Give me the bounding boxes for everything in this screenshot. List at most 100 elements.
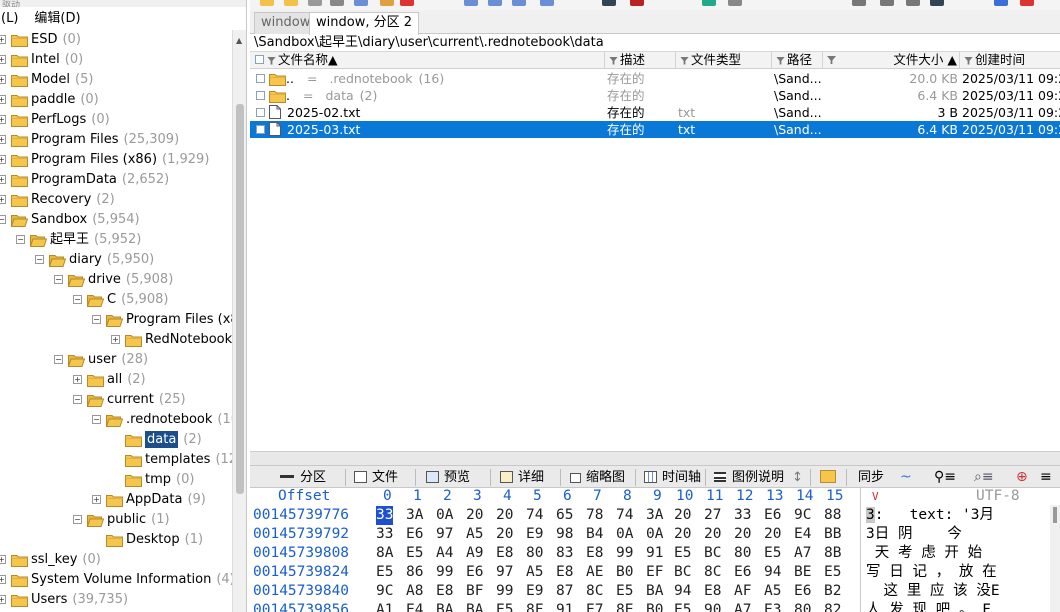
tree-scrollbar-thumb[interactable] bbox=[236, 104, 244, 494]
hex-byte[interactable]: 80 bbox=[526, 544, 543, 563]
expand-icon[interactable]: + bbox=[0, 175, 6, 184]
hex-byte[interactable]: 27 bbox=[704, 506, 721, 525]
hex-byte[interactable]: E4 bbox=[794, 525, 811, 544]
hex-byte[interactable]: 97 bbox=[496, 563, 513, 582]
toolbar-icon[interactable] bbox=[354, 0, 368, 6]
tab-window[interactable]: window bbox=[254, 12, 318, 34]
toolbar-icon[interactable] bbox=[1020, 0, 1034, 6]
hex-byte[interactable]: 97 bbox=[436, 525, 453, 544]
hex-byte[interactable]: E4 bbox=[406, 601, 423, 612]
hex-byte[interactable]: E7 bbox=[586, 601, 603, 612]
hex-byte[interactable]: A9 bbox=[466, 544, 483, 563]
expand-icon[interactable]: + bbox=[73, 375, 82, 384]
hex-byte[interactable]: BF bbox=[466, 582, 483, 601]
sync-wave-icon[interactable]: ~ bbox=[900, 468, 912, 487]
up-down-arrows-icon[interactable]: ↕ bbox=[792, 468, 803, 487]
expand-icon[interactable]: + bbox=[92, 495, 101, 504]
hex-byte[interactable]: E5 bbox=[376, 563, 393, 582]
hex-byte[interactable]: 99 bbox=[436, 563, 453, 582]
file-row[interactable]: .. = .rednotebook (16) 存在的 \Sand... 20.0 KB 202… bbox=[250, 70, 1060, 87]
hex-byte[interactable]: E5 bbox=[764, 544, 781, 563]
toolbar-icon[interactable] bbox=[260, 0, 274, 6]
toolbar-icon[interactable] bbox=[284, 0, 298, 6]
hex-byte[interactable]: E9 bbox=[526, 582, 543, 601]
hex-byte[interactable]: E3 bbox=[764, 601, 781, 612]
hex-byte[interactable]: 0A bbox=[616, 525, 633, 544]
hex-byte[interactable]: B4 bbox=[586, 525, 603, 544]
search-list-icon[interactable]: ⌕≡ bbox=[974, 468, 994, 487]
folder-search-icon[interactable] bbox=[820, 468, 836, 487]
collapse-icon[interactable]: − bbox=[35, 255, 44, 264]
hex-byte[interactable]: 33 bbox=[734, 506, 751, 525]
collapse-icon[interactable]: − bbox=[54, 275, 63, 284]
hex-row[interactable]: 00145739792 33 E6 97 A5 20 E9 98 B4 0A 0A 20 20 20 20 E… bbox=[250, 525, 860, 544]
hex-byte[interactable]: E5 bbox=[824, 563, 841, 582]
hex-row[interactable]: 00145739776 33 3A 0A 20 20 74 65 78 74 3A 20 27 33 E6 9… bbox=[250, 506, 860, 525]
hex-byte[interactable]: A5 bbox=[764, 582, 781, 601]
hex-byte[interactable]: 78 bbox=[586, 506, 603, 525]
expand-icon[interactable]: + bbox=[0, 55, 6, 64]
hex-byte[interactable]: E8 bbox=[436, 582, 453, 601]
toolbar-icon[interactable] bbox=[308, 0, 322, 6]
toolbar-icon[interactable] bbox=[630, 0, 644, 6]
hex-byte[interactable]: A8 bbox=[406, 582, 423, 601]
hex-byte[interactable]: 20 bbox=[704, 525, 721, 544]
hex-byte[interactable]: 9C bbox=[376, 582, 393, 601]
expand-icon[interactable]: + bbox=[0, 575, 6, 584]
filter-icon[interactable] bbox=[267, 56, 276, 65]
hex-text-pane[interactable]: 3: text: '3月 3日 阴 今 天 考 虑 开 始写 日 记 ， 放 在 … bbox=[862, 488, 1056, 612]
hex-byte[interactable]: BA bbox=[436, 601, 453, 612]
hex-scrollbar-thumb[interactable] bbox=[1053, 507, 1057, 523]
hex-byte[interactable]: 20 bbox=[734, 525, 751, 544]
hex-byte[interactable]: 91 bbox=[556, 601, 573, 612]
target-icon[interactable]: ⊕ bbox=[1016, 468, 1028, 487]
hex-byte[interactable]: B0 bbox=[616, 563, 633, 582]
hex-byte[interactable]: 20 bbox=[674, 525, 691, 544]
tree-scrollbar[interactable]: ▲ bbox=[232, 30, 246, 612]
hex-byte[interactable]: 83 bbox=[556, 544, 573, 563]
tab-thumbnails[interactable]: 缩略图 bbox=[570, 468, 625, 487]
hex-byte[interactable]: 0A bbox=[646, 525, 663, 544]
hex-row[interactable]: 00145739856 A1 E4 BA BA E5 8F 91 E7 8E B0 E5 90 A7 E3 8… bbox=[250, 601, 860, 612]
filter-icon[interactable] bbox=[609, 56, 618, 65]
hex-byte[interactable]: 3A bbox=[406, 506, 423, 525]
hex-byte[interactable]: 20 bbox=[466, 506, 483, 525]
hex-byte[interactable]: E8 bbox=[556, 563, 573, 582]
expand-icon[interactable]: + bbox=[0, 95, 6, 104]
hex-byte[interactable]: A1 bbox=[376, 601, 393, 612]
toolbar-icon[interactable] bbox=[702, 0, 716, 6]
hex-byte[interactable]: 20 bbox=[764, 525, 781, 544]
hex-byte[interactable]: E8 bbox=[586, 544, 603, 563]
hex-byte[interactable]: B0 bbox=[646, 601, 663, 612]
expand-icon[interactable]: + bbox=[0, 115, 6, 124]
toolbar-icon[interactable] bbox=[994, 0, 1008, 6]
row-checkbox[interactable] bbox=[256, 91, 265, 100]
hex-byte[interactable]: 8A bbox=[376, 544, 393, 563]
hex-byte[interactable]: BE bbox=[794, 563, 811, 582]
hex-byte[interactable]: 94 bbox=[764, 563, 781, 582]
scroll-up-arrow-icon[interactable]: ▲ bbox=[236, 36, 242, 45]
binoculars-icon[interactable]: ⚲≡ bbox=[934, 468, 956, 487]
tab-preview[interactable]: 预览 bbox=[426, 468, 470, 487]
column-header-size[interactable]: 文件大小 ▲ bbox=[823, 52, 960, 69]
toolbar-icon[interactable] bbox=[852, 0, 866, 6]
hex-byte[interactable]: 99 bbox=[496, 582, 513, 601]
hex-byte[interactable]: 33 bbox=[376, 506, 394, 525]
hex-byte[interactable]: E8 bbox=[704, 582, 721, 601]
hex-byte[interactable]: E6 bbox=[764, 506, 781, 525]
row-checkbox[interactable] bbox=[256, 74, 265, 83]
hex-byte[interactable]: 90 bbox=[704, 601, 721, 612]
hex-byte[interactable]: E5 bbox=[496, 601, 513, 612]
toolbar-icon[interactable] bbox=[540, 0, 554, 6]
collapse-icon[interactable]: − bbox=[73, 395, 82, 404]
toolbar-icon[interactable] bbox=[464, 0, 478, 6]
hex-byte[interactable]: E5 bbox=[674, 601, 691, 612]
select-all-checkbox[interactable] bbox=[255, 55, 264, 64]
hex-byte[interactable]: B2 bbox=[824, 582, 841, 601]
toolbar-icon[interactable] bbox=[488, 0, 502, 6]
hex-byte[interactable]: 20 bbox=[496, 525, 513, 544]
menu-file-fragment[interactable]: (L) bbox=[1, 9, 18, 29]
hex-byte[interactable]: 94 bbox=[674, 582, 691, 601]
tab-active[interactable]: window, 分区 2 bbox=[309, 12, 419, 35]
tab-legend[interactable]: 图例说明 bbox=[714, 468, 784, 487]
